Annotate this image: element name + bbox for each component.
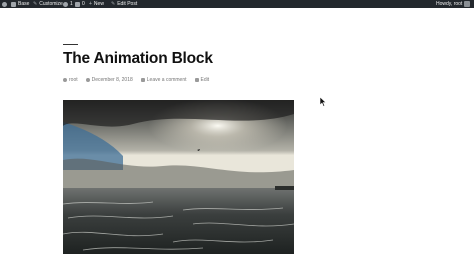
edit-post-link[interactable]: ✎ Edit Post <box>111 0 137 8</box>
wordpress-logo-icon[interactable] <box>2 0 7 8</box>
clock-icon <box>85 78 90 82</box>
title-separator <box>63 44 78 45</box>
updates-link[interactable]: 1 <box>63 0 73 8</box>
comment-icon <box>140 78 145 82</box>
edit-link[interactable]: Edit <box>194 77 209 83</box>
new-content-link[interactable]: + New <box>89 0 104 8</box>
edit-icon: ✎ <box>111 0 116 7</box>
post-date[interactable]: December 8, 2018 <box>85 77 133 83</box>
home-icon <box>11 1 16 7</box>
comment-icon <box>75 1 80 7</box>
avatar <box>464 1 471 7</box>
comments-link[interactable]: 0 <box>75 0 85 8</box>
plus-icon: + <box>89 0 92 7</box>
my-account-menu[interactable]: Howdy, root <box>436 0 471 8</box>
site-name-link[interactable]: Base <box>11 0 29 8</box>
person-icon <box>63 78 67 82</box>
edit-icon <box>194 78 199 82</box>
admin-bar: Base ✎ Customize 1 0 + New ✎ Edit Post Howd… <box>0 0 474 8</box>
page-title: The Animation Block <box>63 50 213 67</box>
mouse-cursor-icon <box>319 94 327 112</box>
customize-link[interactable]: ✎ Customize <box>33 0 63 8</box>
featured-image <box>63 100 294 254</box>
updates-icon <box>63 1 68 7</box>
comment-link[interactable]: Leave a comment <box>140 77 187 83</box>
brush-icon: ✎ <box>33 0 38 7</box>
post-author[interactable]: root <box>63 77 78 83</box>
post-meta: root December 8, 2018 Leave a comment Ed… <box>63 76 217 84</box>
